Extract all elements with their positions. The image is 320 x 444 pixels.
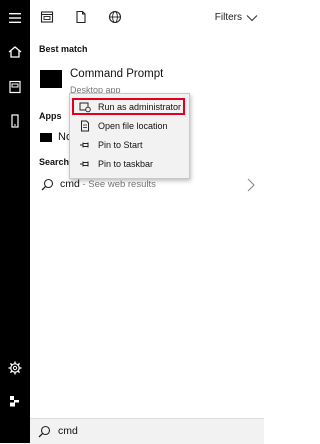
context-menu-label: Pin to Start bbox=[98, 140, 143, 150]
pin-icon bbox=[80, 142, 89, 148]
search-icon bbox=[38, 425, 51, 438]
context-menu-label: Run as administrator bbox=[98, 102, 182, 112]
search-input[interactable]: cmd bbox=[58, 425, 78, 437]
web-search-query: cmd bbox=[60, 178, 80, 190]
pin-icon bbox=[80, 161, 89, 167]
filters-label: Filters bbox=[214, 12, 242, 23]
run-as-admin-icon bbox=[79, 102, 91, 113]
apps-filter-icon[interactable] bbox=[40, 10, 54, 24]
search-box[interactable]: cmd bbox=[30, 418, 264, 444]
web-search-label: cmd - See web results bbox=[60, 178, 156, 190]
best-match-heading: Best match bbox=[39, 44, 88, 54]
context-menu-label: Open file location bbox=[98, 121, 168, 131]
web-search-hint: - See web results bbox=[79, 179, 156, 190]
search-heading: Search bbox=[39, 157, 70, 167]
context-menu-item-pin-to-taskbar[interactable]: Pin to taskbar bbox=[70, 155, 189, 175]
web-filter-icon[interactable] bbox=[108, 10, 122, 24]
context-menu: Run as administrator Open file location … bbox=[69, 93, 190, 179]
search-icon bbox=[41, 178, 54, 191]
documents-filter-icon[interactable] bbox=[74, 10, 88, 24]
context-menu-item-open-file-location[interactable]: Open file location bbox=[70, 117, 189, 137]
context-menu-item-pin-to-start[interactable]: Pin to Start bbox=[70, 136, 189, 156]
home-icon[interactable] bbox=[7, 44, 23, 60]
mobile-device-icon[interactable] bbox=[7, 113, 23, 129]
context-menu-item-run-as-administrator[interactable]: Run as administrator bbox=[70, 98, 189, 118]
open-file-location-icon bbox=[81, 120, 89, 132]
search-filter-bar: Filters bbox=[30, 0, 264, 34]
apps-heading: Apps bbox=[39, 111, 62, 121]
context-menu-label: Pin to taskbar bbox=[98, 159, 154, 169]
start-menu-rail bbox=[0, 0, 30, 443]
app-icon bbox=[40, 133, 52, 142]
result-title: Command Prompt bbox=[70, 68, 164, 80]
chevron-down-icon bbox=[246, 14, 258, 21]
command-prompt-app-icon bbox=[40, 70, 62, 88]
hamburger-menu-icon[interactable] bbox=[7, 10, 23, 26]
account-icon[interactable] bbox=[7, 393, 23, 409]
chevron-right-icon bbox=[247, 178, 255, 192]
documents-icon[interactable] bbox=[7, 79, 23, 95]
settings-gear-icon[interactable] bbox=[7, 360, 23, 376]
filters-dropdown[interactable]: Filters bbox=[215, 12, 258, 23]
